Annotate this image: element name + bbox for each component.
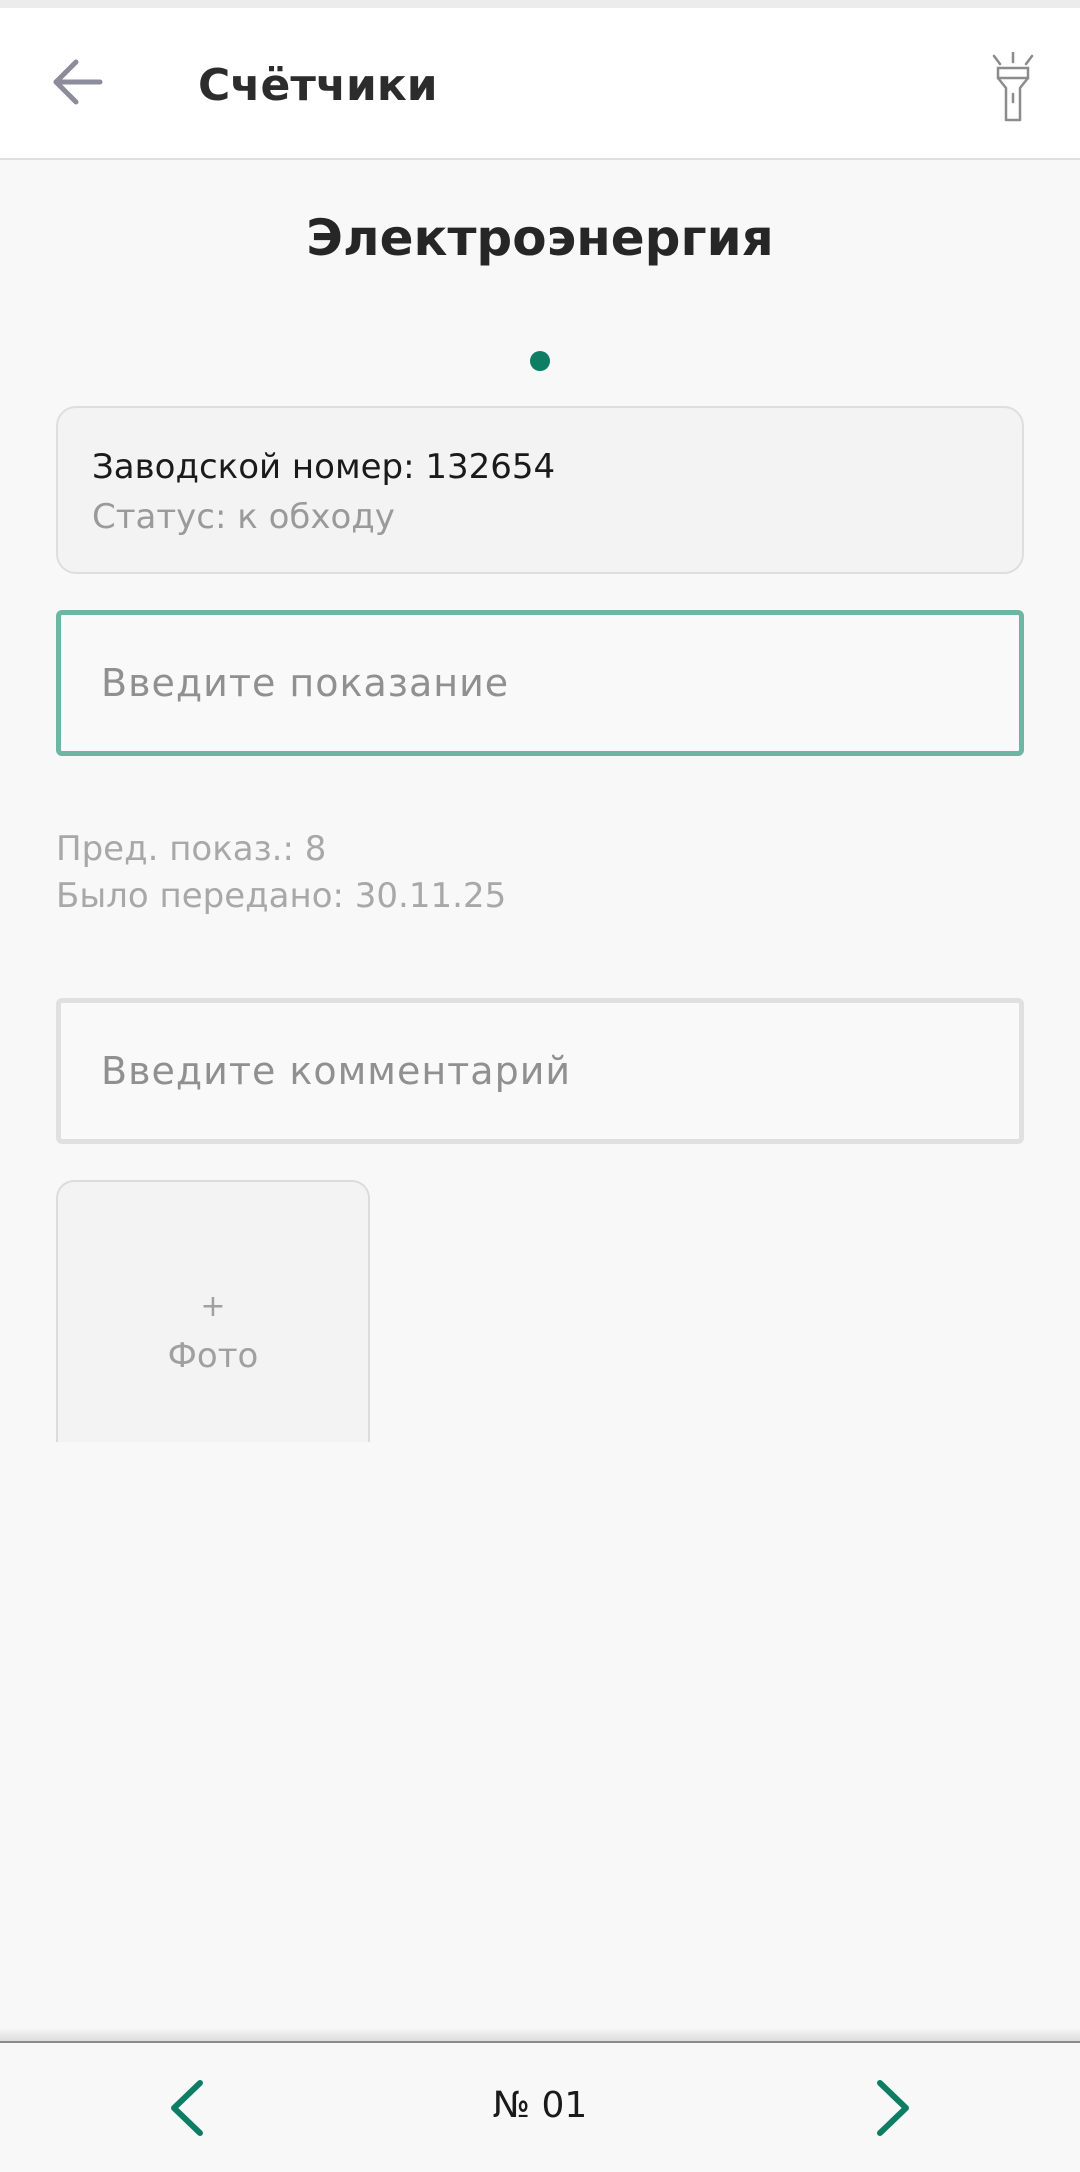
plus-icon: +	[200, 1289, 226, 1324]
reading-input[interactable]	[56, 610, 1024, 756]
page-indicator-dot	[530, 351, 550, 371]
comment-input[interactable]	[56, 998, 1024, 1144]
chevron-right-icon	[877, 2080, 909, 2136]
add-photo-button[interactable]: + Фото	[56, 1180, 370, 1442]
next-meter-button[interactable]	[866, 2077, 920, 2139]
arrow-left-icon	[53, 59, 103, 105]
meter-serial-number: Заводской номер: 132654	[92, 447, 556, 487]
page-title: Счётчики	[198, 60, 438, 111]
app-bar: Счётчики	[0, 8, 1080, 160]
status-strip	[0, 0, 1080, 8]
bottom-nav: № 01	[0, 2041, 1080, 2172]
section-title: Электроэнергия	[306, 209, 774, 267]
flashlight-button[interactable]	[990, 50, 1036, 124]
sent-date: Было передано: 30.11.25	[56, 876, 507, 916]
back-button[interactable]	[48, 52, 108, 112]
previous-reading: Пред. показ.: 8	[56, 829, 327, 869]
bottom-nav-shadow	[0, 2028, 1080, 2042]
meter-info-card: Заводской номер: 132654 Статус: к обходу	[56, 406, 1024, 574]
flashlight-icon	[992, 50, 1034, 122]
meter-status: Статус: к обходу	[92, 497, 395, 537]
add-photo-label: Фото	[167, 1336, 259, 1376]
